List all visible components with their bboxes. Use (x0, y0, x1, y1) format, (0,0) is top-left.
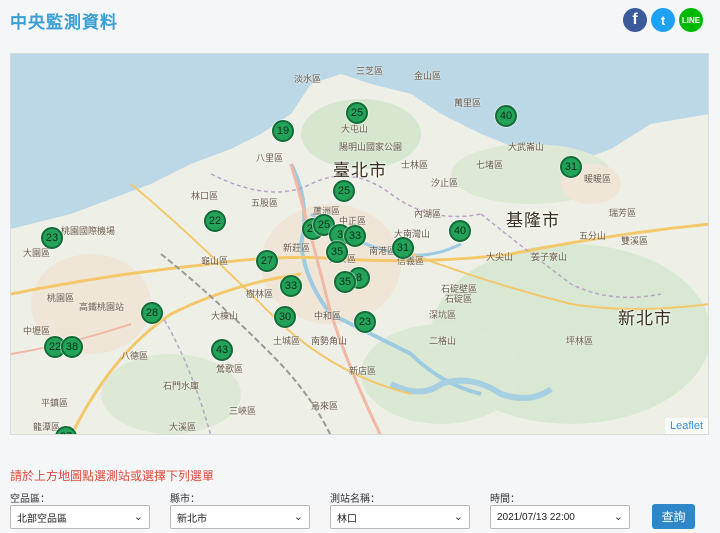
district-label: 新店區 (349, 367, 377, 377)
district-label: 大園區 (23, 249, 51, 259)
district-label: 南勢角山 (311, 337, 348, 347)
line-share-icon[interactable]: LINE (679, 8, 703, 32)
time-label: 時間： (490, 494, 520, 505)
station-marker[interactable]: 35 (334, 271, 356, 293)
district-label: 暖暖區 (584, 175, 612, 185)
leaflet-attribution-link[interactable]: Leaflet (664, 418, 708, 434)
district-label: 二格山 (429, 337, 457, 347)
district-label: 石碇壁區 (441, 285, 478, 295)
district-label: 八里區 (256, 154, 284, 164)
station-marker[interactable]: 27 (256, 250, 278, 272)
district-label: 內湖區 (414, 210, 442, 220)
station-name-value: 林口 (337, 513, 357, 525)
station-marker[interactable]: 31 (560, 156, 582, 178)
station-marker[interactable]: 25 (333, 180, 355, 202)
selection-hint: 請於上方地圖點選測站或選擇下列選單 (10, 469, 215, 483)
twitter-share-icon[interactable]: t (651, 8, 675, 32)
station-name-select[interactable]: 林口 ⌄ (330, 505, 470, 529)
district-label: 萬里區 (454, 99, 482, 109)
district-label: 平鎮區 (41, 399, 69, 409)
district-label: 淡水區 (294, 75, 322, 85)
station-marker[interactable]: 38 (61, 336, 83, 358)
station-marker[interactable]: 31 (392, 237, 414, 259)
district-label: 樹林區 (246, 290, 274, 300)
district-label: 桃園國際機場 (61, 227, 116, 237)
chevron-down-icon: ⌄ (613, 511, 623, 523)
district-label: 鶯歌區 (216, 365, 244, 375)
time-select[interactable]: 2021/07/13 22:00 ⌄ (490, 505, 630, 529)
district-label: 金山區 (414, 72, 442, 82)
air-quality-zone-select[interactable]: 北部空品區 ⌄ (10, 505, 150, 529)
district-label: 士林區 (401, 161, 429, 171)
district-label: 高鐵桃園站 (79, 303, 125, 313)
district-label: 五股區 (251, 199, 279, 209)
station-map[interactable]: 臺北市 基隆市 新北市 淡水區 三芝區 金山區 萬里區 大屯山 陽明山國家公園 … (10, 53, 709, 435)
district-label: 五分山 (579, 232, 607, 242)
city-label-taipei: 臺北市 (333, 161, 387, 181)
chevron-down-icon: ⌄ (133, 511, 143, 523)
district-label: 大武崙山 (508, 143, 545, 153)
district-label: 土城區 (273, 337, 301, 347)
time-value: 2021/07/13 22:00 (497, 511, 575, 523)
district-label: 陽明山國家公園 (339, 143, 403, 153)
district-label: 林口區 (191, 192, 219, 202)
chevron-down-icon: ⌄ (453, 511, 463, 523)
city-label-new-taipei: 新北市 (618, 309, 672, 329)
station-marker[interactable]: 40 (495, 105, 517, 127)
station-name-label: 測站名稱： (330, 494, 380, 505)
district-label: 中壢區 (23, 327, 51, 337)
station-marker[interactable]: 19 (272, 120, 294, 142)
station-marker[interactable]: 35 (326, 241, 348, 263)
district-label: 中和區 (314, 312, 342, 322)
county-label: 縣市： (170, 494, 200, 505)
station-marker[interactable]: 40 (449, 220, 471, 242)
station-marker[interactable]: 25 (346, 102, 368, 124)
district-label: 三芝區 (356, 67, 384, 77)
county-select[interactable]: 新北市 ⌄ (170, 505, 310, 529)
district-label: 石門水庫 (163, 382, 200, 392)
station-marker[interactable]: 28 (141, 302, 163, 324)
station-marker[interactable]: 43 (211, 339, 233, 361)
district-label: 大溪區 (169, 423, 197, 433)
page-header: 中央監測資料 f t LINE (0, 0, 720, 44)
district-label: 瑞芳區 (609, 209, 637, 219)
district-label: 雙溪區 (621, 237, 649, 247)
station-marker[interactable]: 23 (41, 227, 63, 249)
district-label: 汐止區 (431, 179, 459, 189)
city-label-keelung: 基隆市 (506, 211, 560, 231)
district-label: 大尖山 (486, 253, 514, 263)
air-quality-zone-value: 北部空品區 (17, 513, 67, 525)
chevron-down-icon: ⌄ (293, 511, 303, 523)
page-title: 中央監測資料 (10, 13, 118, 33)
district-label: 龜山區 (201, 257, 229, 267)
station-marker[interactable]: 23 (354, 311, 376, 333)
query-button[interactable]: 查詢 (652, 504, 695, 529)
district-label: 深坑區 (429, 311, 457, 321)
district-label: 大棟山 (211, 312, 239, 322)
district-label: 七堵區 (476, 161, 504, 171)
station-marker[interactable]: 22 (204, 210, 226, 232)
district-label: 桃園區 (47, 294, 75, 304)
district-label: 烏來區 (311, 402, 339, 412)
district-label: 三峽區 (229, 407, 257, 417)
district-label: 新莊區 (283, 244, 311, 254)
facebook-share-icon[interactable]: f (623, 8, 647, 32)
station-marker[interactable]: 33 (280, 275, 302, 297)
air-quality-zone-label: 空品區： (10, 494, 50, 505)
district-label: 大屯山 (341, 125, 369, 135)
station-marker[interactable]: 33 (344, 225, 366, 247)
district-label: 坪林區 (566, 337, 594, 347)
district-label: 姜子寮山 (531, 253, 568, 263)
station-marker[interactable]: 30 (274, 306, 296, 328)
county-value: 新北市 (177, 513, 207, 525)
district-label: 八德區 (121, 352, 149, 362)
